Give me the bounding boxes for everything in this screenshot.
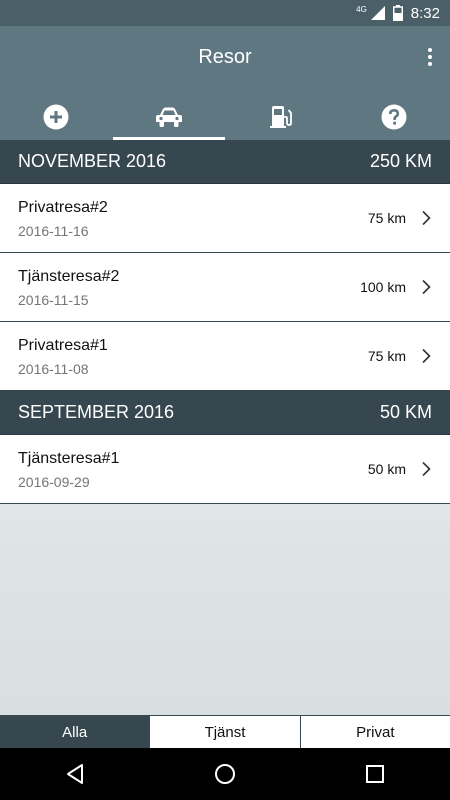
tab-trips[interactable] (112, 94, 226, 140)
trip-date: 2016-11-08 (18, 361, 89, 377)
back-triangle-icon (67, 764, 83, 784)
home-circle-icon (215, 764, 235, 784)
chevron-right-icon (422, 210, 431, 226)
trip-date: 2016-11-16 (18, 223, 89, 239)
trip-list: NOVEMBER 2016 250 KM Privatresa#2 2016-1… (0, 140, 450, 715)
status-time: 8:32 (410, 4, 440, 22)
tab-bar (0, 94, 450, 140)
status-bar: 4G 8:32 (0, 0, 450, 26)
filter-all-tab[interactable]: Alla (0, 716, 151, 748)
filter-private-tab[interactable]: Privat (300, 716, 450, 748)
tab-help[interactable] (338, 94, 450, 140)
trip-name: Tjänsteresa#2 (18, 268, 120, 285)
back-button[interactable] (45, 754, 105, 794)
fuel-pump-icon (270, 106, 293, 128)
more-options-icon[interactable] (424, 46, 436, 70)
month-label: SEPTEMBER 2016 (18, 402, 175, 422)
trip-distance: 75 km (367, 348, 406, 364)
chevron-right-icon (422, 348, 431, 364)
chevron-right-icon (422, 461, 431, 477)
recents-button[interactable] (345, 754, 405, 794)
trip-row[interactable]: Tjänsteresa#1 2016-09-29 50 km (0, 435, 450, 504)
system-nav-bar (0, 748, 450, 800)
trip-date: 2016-09-29 (18, 474, 90, 490)
home-button[interactable] (195, 754, 255, 794)
month-header: NOVEMBER 2016 250 KM (0, 140, 450, 184)
trip-distance: 75 km (367, 210, 406, 226)
month-label: NOVEMBER 2016 (18, 151, 167, 171)
trip-name: Privatresa#2 (18, 199, 108, 216)
network-type: 4G (356, 4, 367, 14)
trip-date: 2016-11-15 (18, 292, 89, 308)
trip-name: Privatresa#1 (18, 337, 108, 354)
tab-add-trip[interactable] (0, 94, 113, 140)
trip-distance: 100 km (360, 279, 406, 295)
signal-icon (370, 6, 385, 20)
page-title: Resor (198, 46, 252, 68)
filter-tabs: Alla Tjänst Privat (0, 715, 450, 748)
car-icon (155, 107, 182, 127)
filter-business-tab[interactable]: Tjänst (150, 716, 301, 748)
tab-fuel[interactable] (225, 94, 338, 140)
trip-distance: 50 km (367, 461, 406, 477)
trip-row[interactable]: Tjänsteresa#2 2016-11-15 100 km (0, 253, 450, 322)
add-circle-icon (43, 104, 69, 130)
month-total: 50 KM (379, 402, 432, 422)
app-bar: Resor (0, 26, 450, 140)
trip-name: Tjänsteresa#1 (18, 450, 120, 467)
help-circle-icon (381, 104, 407, 130)
battery-icon (392, 5, 403, 21)
recents-square-icon (366, 765, 384, 783)
month-header: SEPTEMBER 2016 50 KM (0, 391, 450, 435)
month-total: 250 KM (369, 151, 432, 171)
chevron-right-icon (422, 279, 431, 295)
trip-row[interactable]: Privatresa#1 2016-11-08 75 km (0, 322, 450, 391)
trip-row[interactable]: Privatresa#2 2016-11-16 75 km (0, 184, 450, 253)
